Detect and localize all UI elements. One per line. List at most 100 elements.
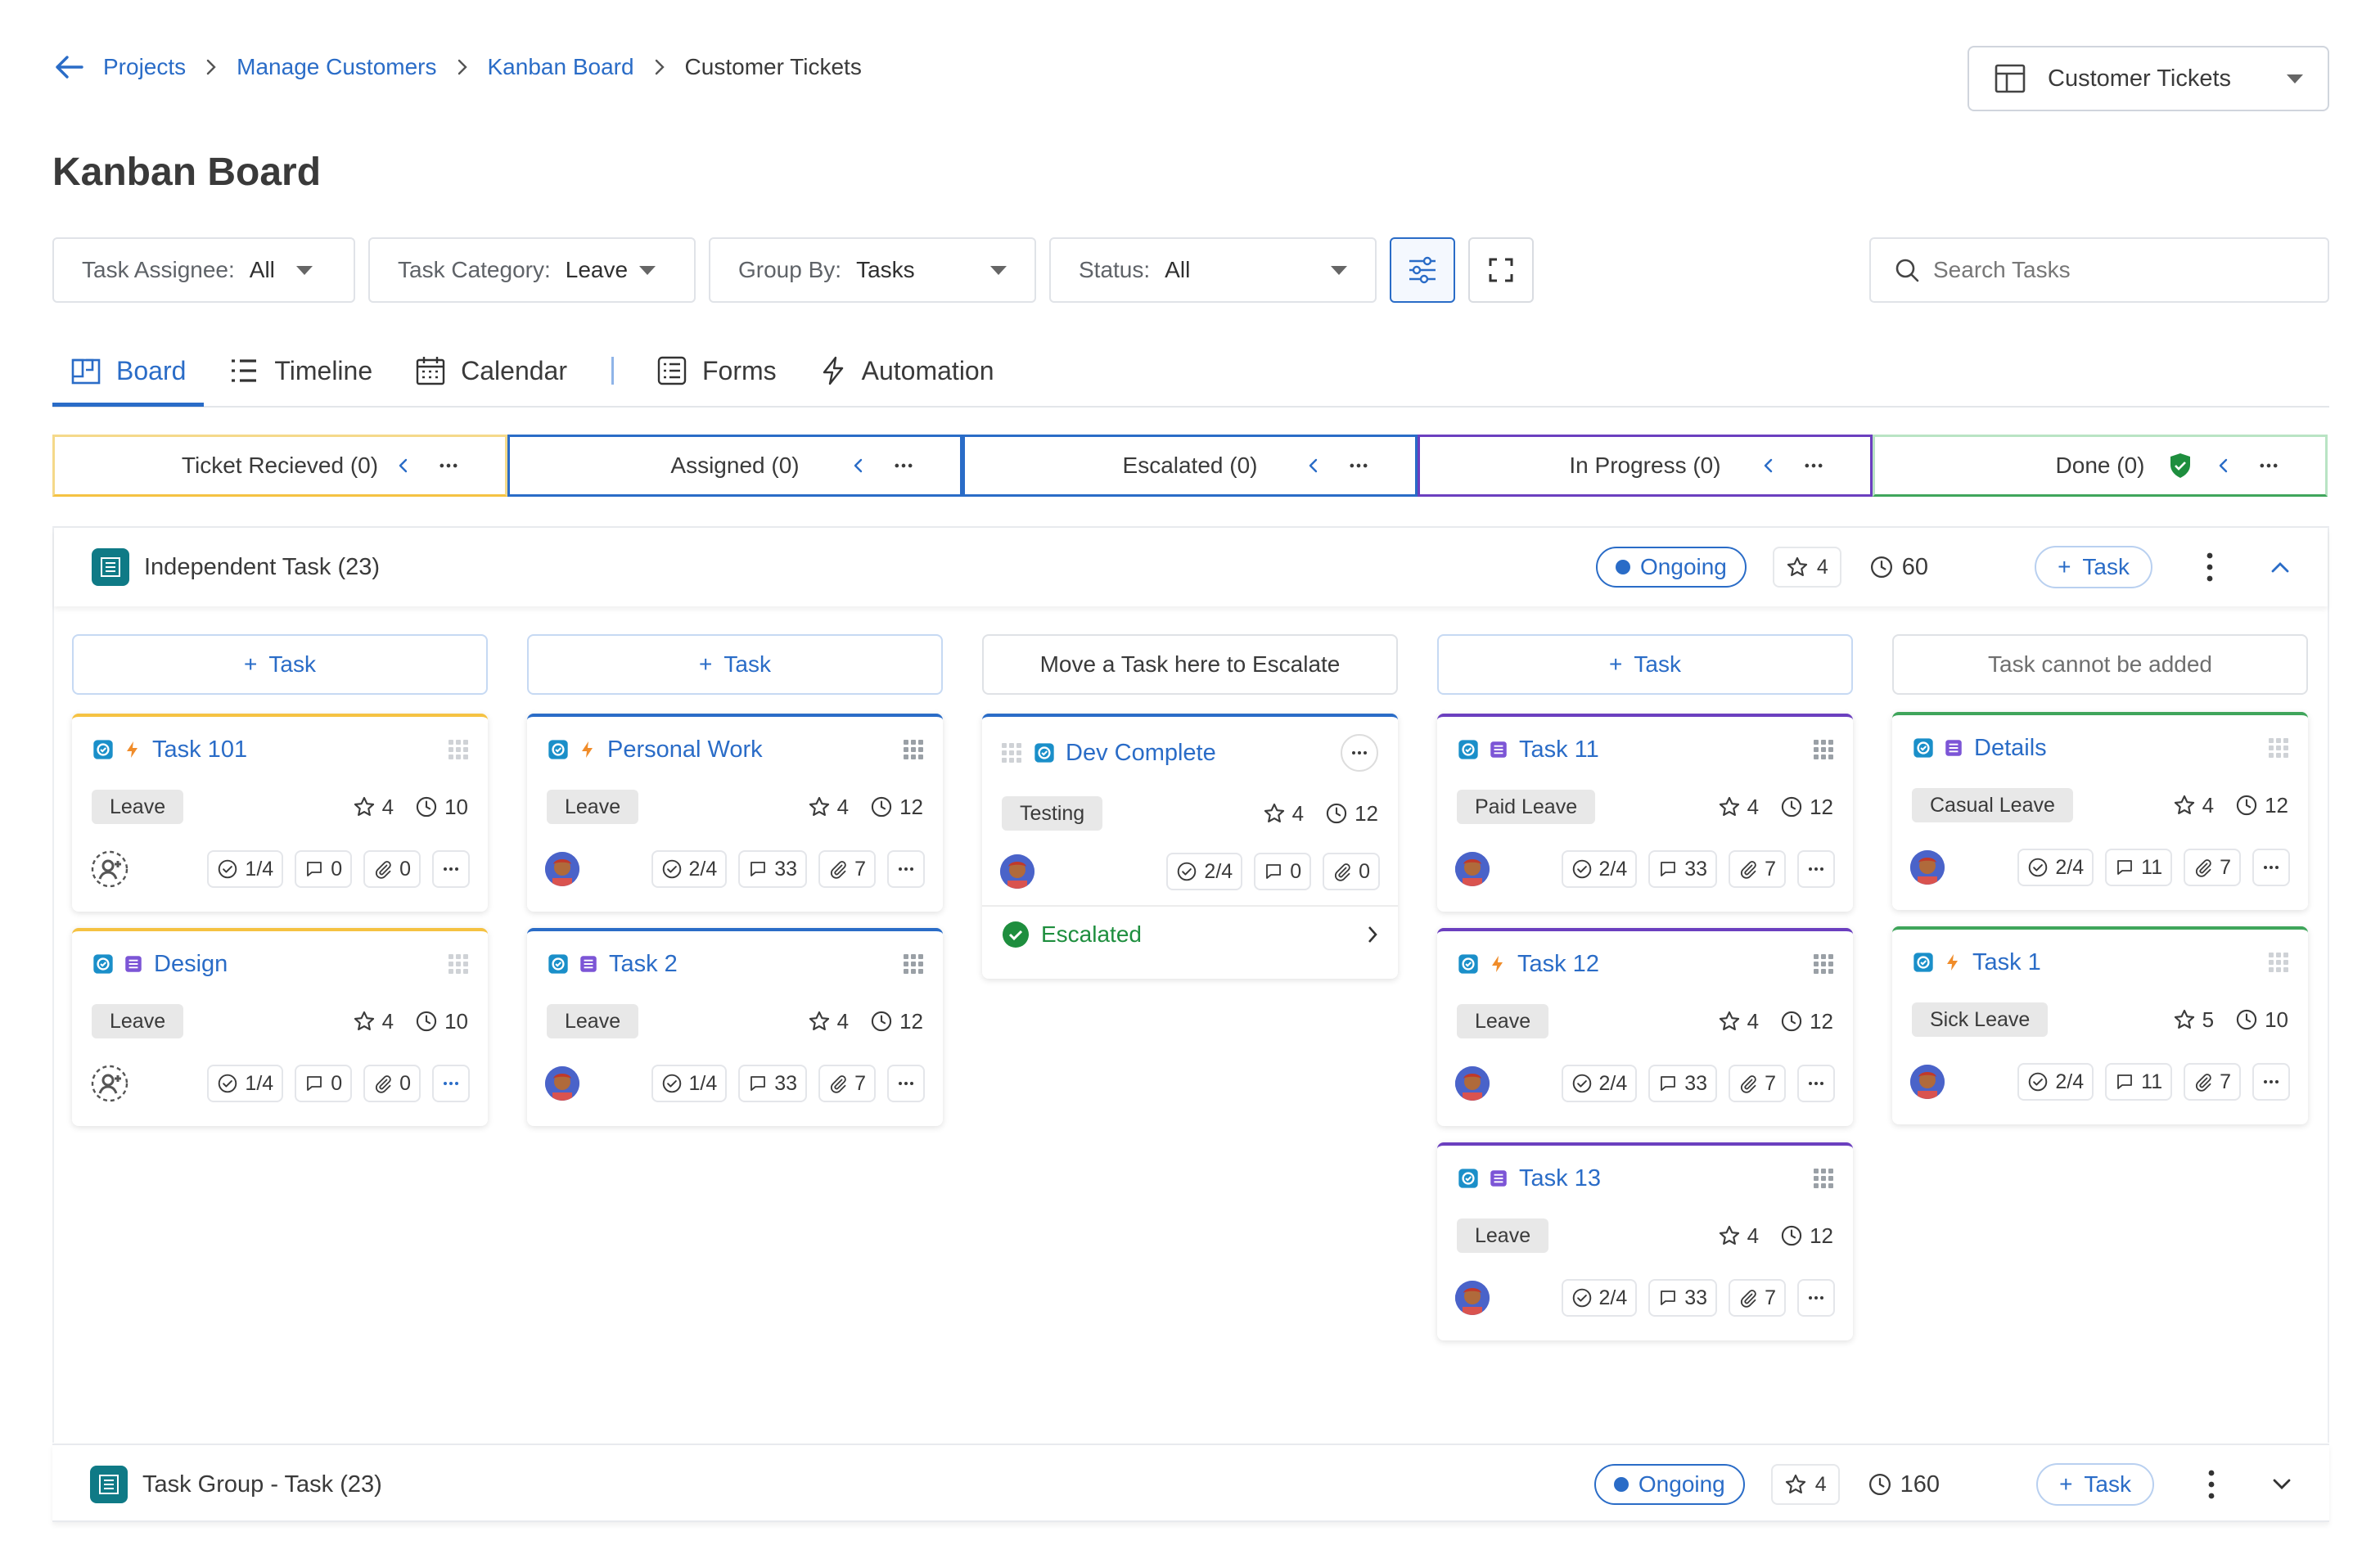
avatar[interactable] [1455, 852, 1490, 886]
task-card[interactable]: Personal Work Leave 4 12 2/4 33 7 [527, 714, 943, 912]
tab-calendar[interactable]: Calendar [397, 335, 585, 407]
comments-chip[interactable]: 33 [1648, 1065, 1718, 1102]
attachments-chip[interactable]: 7 [818, 850, 876, 888]
vertical-dots-icon[interactable] [2206, 1468, 2216, 1501]
task-card[interactable]: Task 2 Leave 4 12 1/4 33 7 [527, 928, 943, 1126]
task-card[interactable]: Design Leave 4 10 1/4 0 0 [72, 928, 488, 1126]
task-name[interactable]: Design [154, 951, 449, 978]
more-options-icon[interactable] [1800, 454, 1828, 477]
comments-chip[interactable]: 33 [738, 850, 808, 888]
attachments-chip[interactable]: 0 [1323, 853, 1380, 890]
checklist-chip[interactable]: 1/4 [207, 850, 284, 888]
more-options-icon[interactable] [887, 850, 925, 888]
checklist-chip[interactable]: 2/4 [1561, 1065, 1638, 1102]
collapse-column-icon[interactable] [2214, 454, 2234, 477]
more-options-icon[interactable] [1797, 1279, 1835, 1317]
search-input[interactable]: Search Tasks [1869, 237, 2329, 303]
more-options-icon[interactable] [2255, 454, 2283, 477]
filter-status[interactable]: Status: All [1049, 237, 1377, 303]
drag-handle-icon[interactable] [2269, 738, 2288, 758]
more-options-icon[interactable] [432, 850, 470, 888]
attachments-chip[interactable]: 7 [1729, 1279, 1786, 1317]
more-options-icon[interactable] [890, 454, 917, 477]
drag-handle-icon[interactable] [1814, 740, 1833, 759]
drag-handle-icon[interactable] [1002, 743, 1021, 763]
drag-handle-icon[interactable] [904, 954, 923, 974]
task-card[interactable]: Task 12 Leave 4 12 2/4 33 7 [1437, 928, 1853, 1126]
breadcrumb-manage-customers[interactable]: Manage Customers [237, 54, 436, 80]
more-options-icon[interactable] [435, 454, 462, 477]
escalated-status-row[interactable]: Escalated [982, 907, 1398, 962]
checklist-chip[interactable]: 1/4 [651, 1065, 728, 1102]
avatar[interactable] [1455, 1281, 1490, 1315]
task-name[interactable]: Personal Work [607, 736, 904, 763]
checklist-chip[interactable]: 1/4 [207, 1065, 284, 1102]
avatar[interactable] [1910, 850, 1945, 885]
drag-handle-icon[interactable] [904, 740, 923, 759]
task-name[interactable]: Task 12 [1517, 951, 1814, 978]
task-card[interactable]: Details Casual Leave 4 12 2/4 11 7 [1892, 712, 2308, 910]
attachments-chip[interactable]: 7 [1729, 1065, 1786, 1102]
status-badge[interactable]: Ongoing [1593, 1464, 1745, 1505]
back-arrow-icon[interactable] [54, 55, 83, 79]
comments-chip[interactable]: 11 [2105, 1063, 2173, 1101]
task-card[interactable]: Dev Complete Testing 4 12 2/4 0 0 Escalated [982, 714, 1398, 979]
task-name[interactable]: Task 11 [1519, 736, 1814, 763]
breadcrumb-projects[interactable]: Projects [103, 54, 186, 80]
avatar[interactable] [545, 852, 579, 886]
task-name[interactable]: Details [1974, 735, 2269, 762]
more-options-icon[interactable] [887, 1065, 925, 1102]
drag-handle-icon[interactable] [1814, 954, 1833, 974]
escalate-drop-zone[interactable]: Move a Task here to Escalate [982, 634, 1398, 695]
avatar[interactable] [545, 1066, 579, 1101]
task-name[interactable]: Dev Complete [1066, 740, 1329, 767]
task-card[interactable]: Task 13 Leave 4 12 2/4 33 7 [1437, 1142, 1853, 1340]
tab-timeline[interactable]: Timeline [210, 335, 390, 407]
comments-chip[interactable]: 33 [1648, 850, 1718, 888]
checklist-chip[interactable]: 2/4 [1561, 1279, 1638, 1317]
attachments-chip[interactable]: 7 [2184, 849, 2241, 886]
view-selector[interactable]: Customer Tickets [1968, 46, 2329, 111]
breadcrumb-kanban-board[interactable]: Kanban Board [488, 54, 634, 80]
attachments-chip[interactable]: 7 [818, 1065, 876, 1102]
comments-chip[interactable]: 0 [295, 1065, 353, 1102]
comments-chip[interactable]: 11 [2105, 849, 2173, 886]
avatar[interactable] [1910, 1065, 1945, 1099]
user-add-icon[interactable] [90, 849, 129, 889]
fullscreen-button[interactable] [1468, 237, 1534, 303]
avatar[interactable] [1000, 854, 1034, 889]
add-task-row-received[interactable]: + Task [72, 634, 488, 695]
task-card[interactable]: Task 101 Leave 4 10 1/4 0 0 [72, 714, 488, 912]
checklist-chip[interactable]: 2/4 [2017, 849, 2094, 886]
add-task-row-in-progress[interactable]: + Task [1437, 634, 1853, 695]
filter-task-category[interactable]: Task Category: Leave [368, 237, 696, 303]
tab-board[interactable]: Board [52, 335, 205, 407]
task-name[interactable]: Task 2 [609, 951, 904, 978]
attachments-chip[interactable]: 7 [1729, 850, 1786, 888]
collapse-column-icon[interactable] [1759, 454, 1778, 477]
attachments-chip[interactable]: 7 [2184, 1063, 2241, 1101]
checklist-chip[interactable]: 2/4 [2017, 1063, 2094, 1101]
task-name[interactable]: Task 13 [1519, 1165, 1814, 1192]
add-task-row-assigned[interactable]: + Task [527, 634, 943, 695]
avatar[interactable] [1455, 1066, 1490, 1101]
task-name[interactable]: Task 101 [152, 736, 449, 763]
comments-chip[interactable]: 33 [1648, 1279, 1718, 1317]
drag-handle-icon[interactable] [1814, 1169, 1833, 1188]
collapse-column-icon[interactable] [849, 454, 868, 477]
comments-chip[interactable]: 0 [295, 850, 353, 888]
chevron-down-icon[interactable] [2272, 1478, 2292, 1491]
chevron-up-icon[interactable] [2270, 561, 2290, 574]
attachments-chip[interactable]: 0 [363, 1065, 421, 1102]
filter-group-by[interactable]: Group By: Tasks [709, 237, 1036, 303]
tab-automation[interactable]: Automation [801, 335, 1012, 407]
drag-handle-icon[interactable] [2269, 953, 2288, 972]
filter-task-assignee[interactable]: Task Assignee: All [52, 237, 355, 303]
drag-handle-icon[interactable] [449, 740, 468, 759]
checklist-chip[interactable]: 2/4 [1166, 853, 1243, 890]
task-card[interactable]: Task 1 Sick Leave 5 10 2/4 11 7 [1892, 926, 2308, 1124]
more-options-icon[interactable] [1797, 850, 1835, 888]
collapse-column-icon[interactable] [1304, 454, 1323, 477]
more-options-icon[interactable] [1797, 1065, 1835, 1102]
comments-chip[interactable]: 33 [738, 1065, 808, 1102]
